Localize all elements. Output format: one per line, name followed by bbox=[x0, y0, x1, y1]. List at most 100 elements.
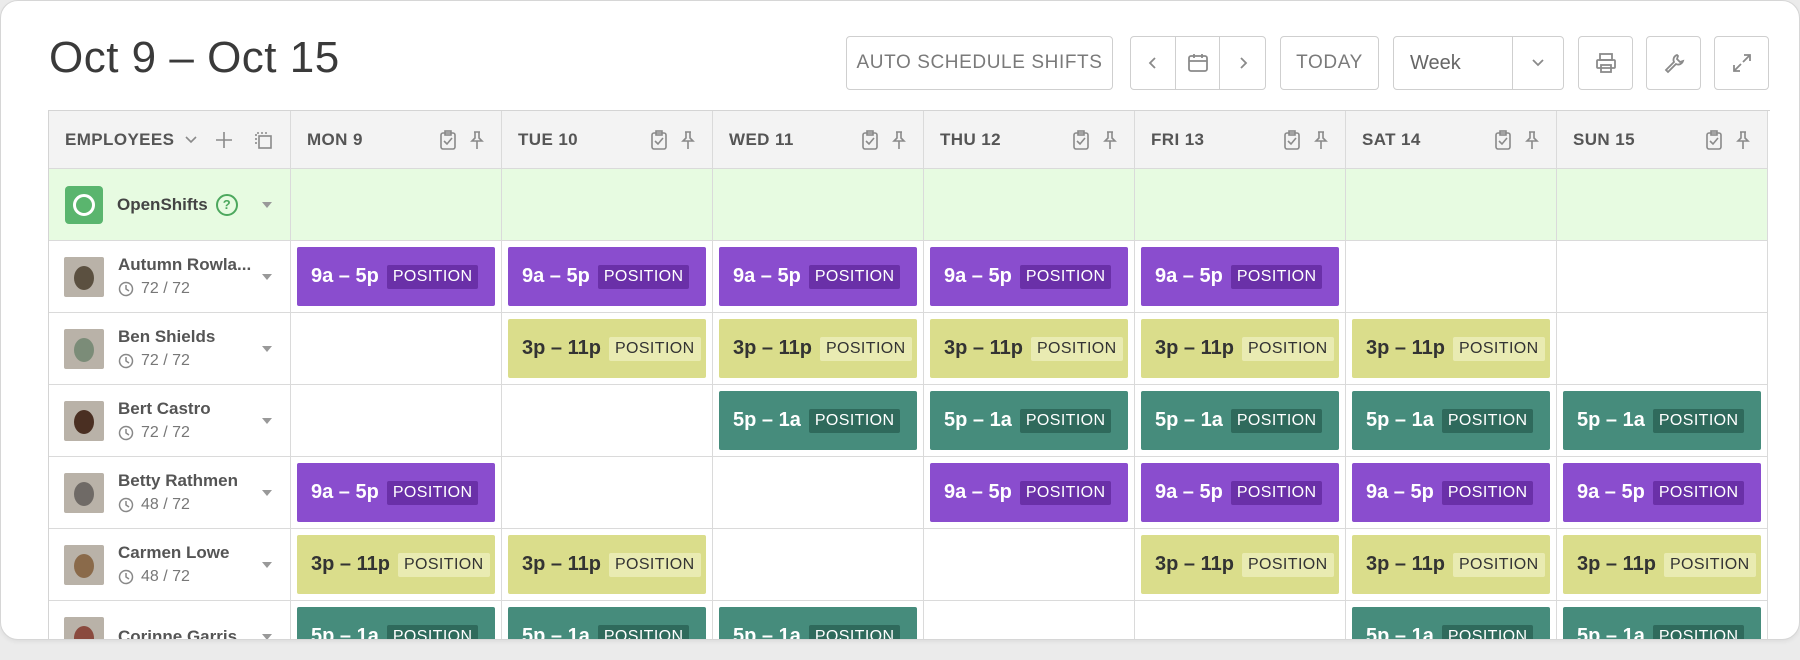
clipboard-check-icon[interactable] bbox=[439, 129, 457, 150]
shift-block[interactable]: 9a – 5p POSITION bbox=[1352, 463, 1550, 522]
employee-row-header[interactable]: Carmen Lowe 48 / 72 bbox=[49, 529, 291, 601]
shift-block[interactable]: 5p – 1a POSITION bbox=[1563, 607, 1761, 639]
pin-icon[interactable] bbox=[1313, 130, 1329, 150]
shift-cell[interactable] bbox=[1557, 241, 1768, 313]
shift-cell[interactable] bbox=[502, 385, 713, 457]
shift-block[interactable]: 5p – 1a POSITION bbox=[1352, 391, 1550, 450]
shift-cell[interactable]: 3p – 11p POSITION bbox=[502, 529, 713, 601]
shift-cell[interactable]: 5p – 1a POSITION bbox=[291, 601, 502, 639]
shift-block[interactable]: 9a – 5p POSITION bbox=[719, 247, 917, 306]
employee-row-header[interactable]: Ben Shields 72 / 72 bbox=[49, 313, 291, 385]
shift-block[interactable]: 3p – 11p POSITION bbox=[1352, 319, 1550, 378]
caret-down-icon[interactable] bbox=[262, 273, 272, 280]
shift-block[interactable]: 3p – 11p POSITION bbox=[1141, 319, 1339, 378]
caret-down-icon[interactable] bbox=[262, 417, 272, 424]
shift-block[interactable]: 5p – 1a POSITION bbox=[1352, 607, 1550, 639]
shift-block[interactable]: 5p – 1a POSITION bbox=[719, 607, 917, 639]
copy-schedule-icon[interactable] bbox=[252, 129, 274, 151]
shift-block[interactable]: 5p – 1a POSITION bbox=[297, 607, 495, 639]
shift-block[interactable]: 5p – 1a POSITION bbox=[930, 391, 1128, 450]
pin-icon[interactable] bbox=[1102, 130, 1118, 150]
fullscreen-button[interactable] bbox=[1714, 36, 1769, 90]
shift-cell[interactable] bbox=[291, 313, 502, 385]
calendar-picker-button[interactable] bbox=[1176, 37, 1221, 89]
shift-cell[interactable]: 3p – 11p POSITION bbox=[713, 313, 924, 385]
next-week-button[interactable] bbox=[1220, 37, 1265, 89]
open-shift-cell[interactable] bbox=[713, 169, 924, 241]
caret-down-icon[interactable] bbox=[262, 633, 272, 639]
pin-icon[interactable] bbox=[680, 130, 696, 150]
shift-block[interactable]: 9a – 5p POSITION bbox=[930, 247, 1128, 306]
shift-cell[interactable] bbox=[502, 457, 713, 529]
shift-cell[interactable]: 5p – 1a POSITION bbox=[1346, 601, 1557, 639]
shift-cell[interactable] bbox=[1346, 241, 1557, 313]
pin-icon[interactable] bbox=[1735, 130, 1751, 150]
shift-block[interactable]: 3p – 11p POSITION bbox=[508, 319, 706, 378]
employee-row-header[interactable]: Corinne Garris... bbox=[49, 601, 291, 639]
shift-block[interactable]: 3p – 11p POSITION bbox=[1352, 535, 1550, 594]
shift-cell[interactable] bbox=[713, 457, 924, 529]
shift-cell[interactable]: 9a – 5p POSITION bbox=[502, 241, 713, 313]
shift-cell[interactable] bbox=[291, 385, 502, 457]
shift-cell[interactable]: 9a – 5p POSITION bbox=[1135, 457, 1346, 529]
employee-row-header[interactable]: Bert Castro 72 / 72 bbox=[49, 385, 291, 457]
shift-block[interactable]: 5p – 1a POSITION bbox=[719, 391, 917, 450]
pin-icon[interactable] bbox=[1524, 130, 1540, 150]
shift-cell[interactable]: 9a – 5p POSITION bbox=[924, 457, 1135, 529]
shift-cell[interactable]: 5p – 1a POSITION bbox=[1557, 601, 1768, 639]
shift-cell[interactable]: 5p – 1a POSITION bbox=[713, 601, 924, 639]
clipboard-check-icon[interactable] bbox=[650, 129, 668, 150]
caret-down-icon[interactable] bbox=[262, 489, 272, 496]
shift-cell[interactable]: 5p – 1a POSITION bbox=[713, 385, 924, 457]
caret-down-icon[interactable] bbox=[262, 345, 272, 352]
shift-cell[interactable]: 3p – 11p POSITION bbox=[924, 313, 1135, 385]
shift-cell[interactable] bbox=[924, 529, 1135, 601]
shift-cell[interactable]: 9a – 5p POSITION bbox=[291, 241, 502, 313]
shift-cell[interactable]: 9a – 5p POSITION bbox=[713, 241, 924, 313]
caret-down-icon[interactable] bbox=[262, 201, 272, 208]
shift-block[interactable]: 9a – 5p POSITION bbox=[930, 463, 1128, 522]
open-shift-cell[interactable] bbox=[291, 169, 502, 241]
employee-row-header[interactable]: Betty Rathmen 48 / 72 bbox=[49, 457, 291, 529]
shift-cell[interactable]: 3p – 11p POSITION bbox=[291, 529, 502, 601]
shift-cell[interactable]: 3p – 11p POSITION bbox=[1135, 313, 1346, 385]
shift-cell[interactable]: 9a – 5p POSITION bbox=[1557, 457, 1768, 529]
shift-cell[interactable]: 5p – 1a POSITION bbox=[502, 601, 713, 639]
settings-button[interactable] bbox=[1646, 36, 1701, 90]
shift-block[interactable]: 9a – 5p POSITION bbox=[1563, 463, 1761, 522]
shift-cell[interactable]: 5p – 1a POSITION bbox=[1346, 385, 1557, 457]
prev-week-button[interactable] bbox=[1131, 37, 1176, 89]
today-button[interactable]: TODAY bbox=[1280, 36, 1379, 90]
shift-block[interactable]: 9a – 5p POSITION bbox=[1141, 247, 1339, 306]
open-shift-cell[interactable] bbox=[1557, 169, 1768, 241]
add-employee-icon[interactable] bbox=[214, 130, 234, 150]
shift-cell[interactable]: 9a – 5p POSITION bbox=[1135, 241, 1346, 313]
employees-sort-toggle[interactable]: EMPLOYEES bbox=[65, 130, 198, 150]
shift-block[interactable]: 3p – 11p POSITION bbox=[1563, 535, 1761, 594]
shift-cell[interactable]: 5p – 1a POSITION bbox=[924, 385, 1135, 457]
shift-block[interactable]: 9a – 5p POSITION bbox=[508, 247, 706, 306]
open-shift-cell[interactable] bbox=[1346, 169, 1557, 241]
shift-cell[interactable]: 9a – 5p POSITION bbox=[924, 241, 1135, 313]
shift-block[interactable]: 9a – 5p POSITION bbox=[1141, 463, 1339, 522]
shift-cell[interactable]: 5p – 1a POSITION bbox=[1135, 385, 1346, 457]
employee-row-header[interactable]: Autumn Rowla... 72 / 72 bbox=[49, 241, 291, 313]
shift-cell[interactable]: 9a – 5p POSITION bbox=[1346, 457, 1557, 529]
clipboard-check-icon[interactable] bbox=[861, 129, 879, 150]
clipboard-check-icon[interactable] bbox=[1283, 129, 1301, 150]
view-select[interactable]: Week bbox=[1393, 36, 1564, 90]
shift-block[interactable]: 5p – 1a POSITION bbox=[1141, 391, 1339, 450]
clipboard-check-icon[interactable] bbox=[1494, 129, 1512, 150]
open-shifts-row-header[interactable]: OpenShifts? bbox=[49, 169, 291, 241]
shift-block[interactable]: 3p – 11p POSITION bbox=[297, 535, 495, 594]
shift-cell[interactable]: 3p – 11p POSITION bbox=[1346, 313, 1557, 385]
shift-cell[interactable]: 9a – 5p POSITION bbox=[291, 457, 502, 529]
shift-cell[interactable] bbox=[713, 529, 924, 601]
shift-block[interactable]: 3p – 11p POSITION bbox=[508, 535, 706, 594]
pin-icon[interactable] bbox=[891, 130, 907, 150]
open-shift-cell[interactable] bbox=[502, 169, 713, 241]
shift-cell[interactable]: 3p – 11p POSITION bbox=[1135, 529, 1346, 601]
shift-cell[interactable]: 5p – 1a POSITION bbox=[1557, 385, 1768, 457]
auto-schedule-button[interactable]: AUTO SCHEDULE SHIFTS bbox=[846, 36, 1113, 90]
clipboard-check-icon[interactable] bbox=[1705, 129, 1723, 150]
